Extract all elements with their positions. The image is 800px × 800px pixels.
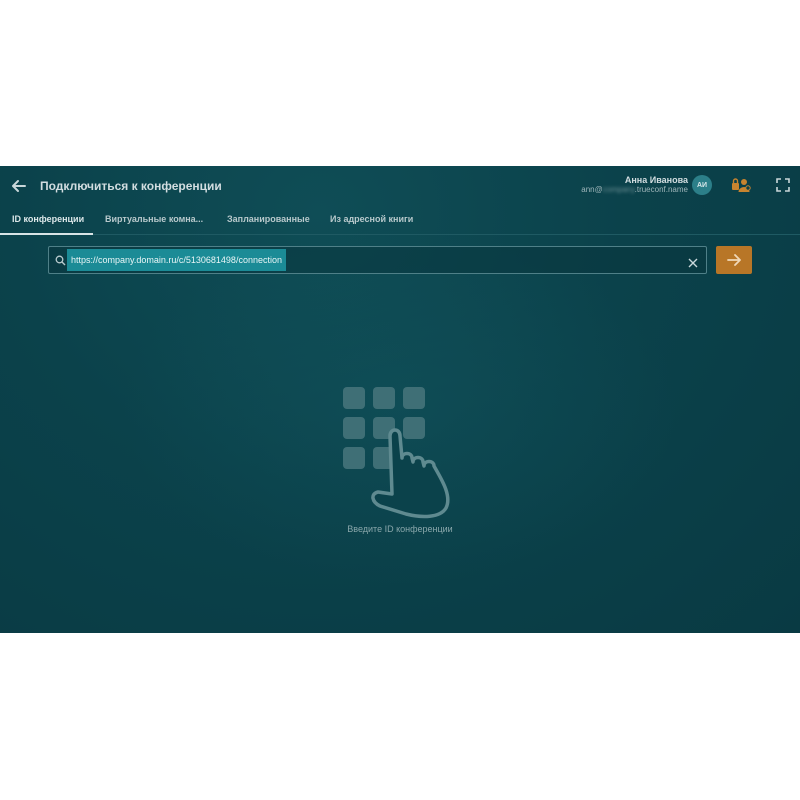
empty-state-hint: Введите ID конференции [347,524,453,534]
arrow-right-icon [727,254,741,266]
conference-id-input[interactable]: https://company.domain.ru/c/5130681498/c… [48,246,707,274]
connect-button[interactable] [716,246,752,274]
fullscreen-icon [776,178,790,192]
page-title: Подключиться к конференции [40,179,222,193]
keypad-hand-icon [343,387,450,519]
contacts-button[interactable] [731,177,751,193]
user-info: Анна Иванова ann@company.trueconf.name [581,175,688,195]
tab-virtual-rooms[interactable]: Виртуальные комна... [105,214,203,224]
tab-bar: ID конференции Виртуальные комна... Запл… [0,208,800,235]
app-window: Подключиться к конференции Анна Иванова … [0,166,800,633]
avatar[interactable]: АИ [692,175,712,195]
users-lock-icon [732,178,751,192]
close-icon [688,258,698,268]
arrow-left-icon [12,180,26,192]
clear-button[interactable] [688,255,698,268]
user-email-prefix: ann@ [581,185,603,194]
active-tab-indicator [0,233,93,235]
conference-id-value[interactable]: https://company.domain.ru/c/5130681498/c… [67,249,286,271]
search-icon [55,255,66,266]
user-name: Анна Иванова [624,175,688,185]
user-email-masked: company [602,185,635,194]
tab-scheduled[interactable]: Запланированные [227,214,310,224]
tab-address-book[interactable]: Из адресной книги [330,214,413,224]
header: Подключиться к конференции Анна Иванова … [0,166,800,206]
user-email-suffix: .trueconf.name [634,185,688,194]
fullscreen-button[interactable] [776,178,790,192]
user-email: ann@company.trueconf.name [581,185,688,195]
back-button[interactable] [9,176,29,196]
tab-conference-id[interactable]: ID конференции [12,214,84,224]
